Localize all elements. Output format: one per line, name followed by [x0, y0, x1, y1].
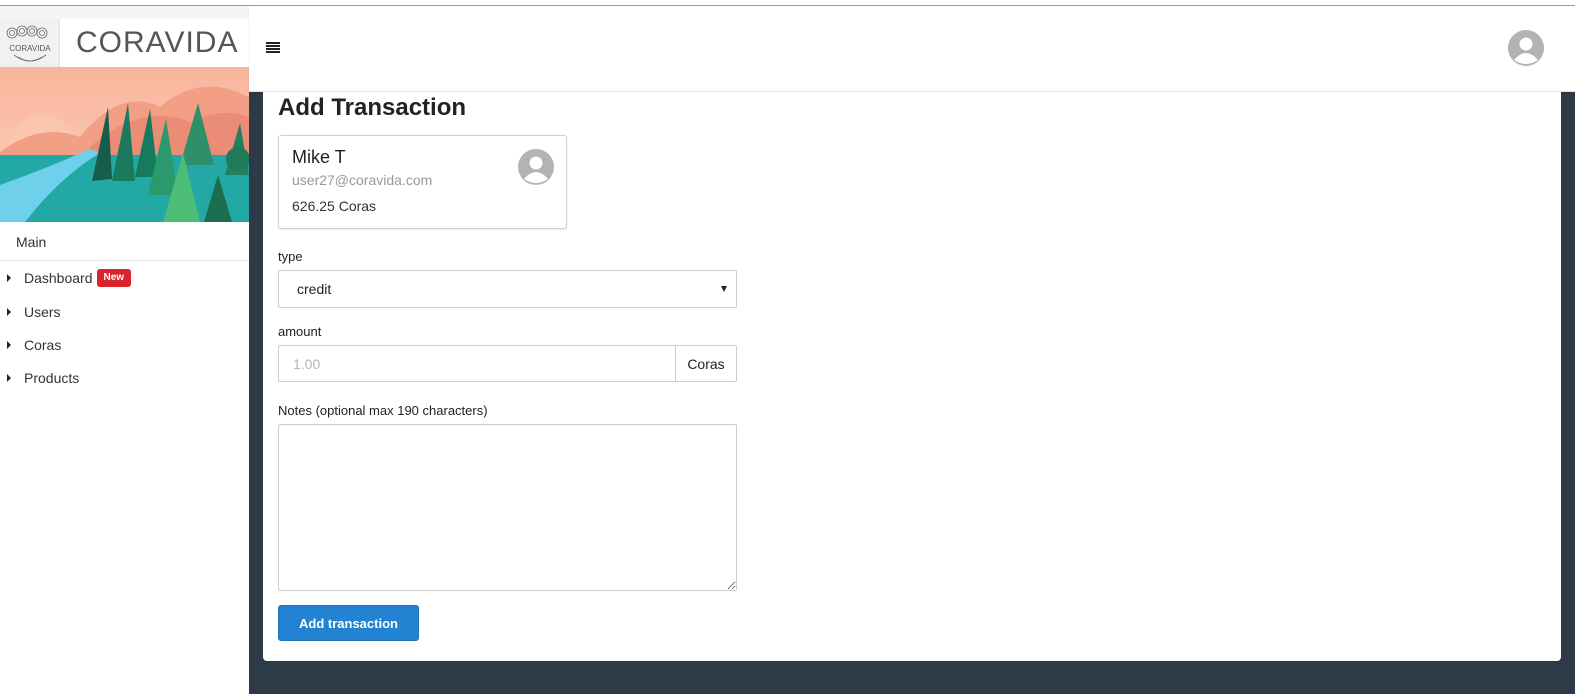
user-balance: 626.25 Coras	[292, 198, 377, 214]
sidebar-landscape-banner	[0, 67, 249, 222]
sidebar-section-title: Main	[16, 234, 47, 250]
sidebar-item-label: Coras	[24, 337, 62, 353]
svg-text:CORAVIDA: CORAVIDA	[9, 44, 51, 53]
sidebar-top-strip	[0, 6, 249, 19]
sidebar-divider	[0, 260, 249, 261]
notes-label: Notes (optional max 190 characters)	[278, 403, 488, 418]
type-select-value: credit	[297, 281, 332, 297]
caret-right-icon	[7, 308, 11, 316]
type-label: type	[278, 249, 303, 264]
type-select[interactable]: credit	[278, 270, 737, 308]
amount-input[interactable]	[278, 345, 676, 382]
sidebar: CORAVIDA CORAVIDA Main Dashboard New Use…	[0, 6, 249, 694]
sidebar-item-users[interactable]: Users	[0, 299, 249, 325]
page-title: Add Transaction	[278, 94, 467, 121]
hamburger-icon[interactable]	[266, 42, 280, 54]
sidebar-item-dashboard[interactable]: Dashboard New	[0, 265, 249, 291]
caret-right-icon	[7, 341, 11, 349]
notes-textarea[interactable]	[278, 424, 737, 591]
sidebar-item-label: Users	[24, 304, 61, 320]
user-avatar-icon[interactable]	[1508, 30, 1544, 66]
new-badge: New	[96, 269, 132, 287]
amount-unit-addon: Coras	[675, 345, 737, 382]
user-name: Mike T	[292, 147, 346, 167]
caret-right-icon	[7, 374, 11, 382]
user-card: Mike T user27@coravida.com 626.25 Coras	[278, 135, 567, 229]
sidebar-item-label: Dashboard	[24, 270, 93, 286]
add-transaction-button[interactable]: Add transaction	[278, 605, 419, 641]
top-header	[249, 6, 1575, 92]
amount-label: amount	[278, 324, 322, 339]
brand-title: CORAVIDA	[76, 26, 239, 59]
user-avatar-icon	[518, 149, 554, 185]
content-panel: Add Transaction Mike T user27@coravida.c…	[263, 92, 1561, 661]
caret-right-icon	[7, 274, 11, 282]
sidebar-item-coras[interactable]: Coras	[0, 332, 249, 358]
sidebar-item-products[interactable]: Products	[0, 365, 249, 391]
brand-bar: CORAVIDA CORAVIDA	[0, 19, 249, 67]
sidebar-item-label: Products	[24, 370, 80, 386]
dropdown-arrow-icon	[721, 286, 727, 292]
coravida-logo-icon[interactable]: CORAVIDA	[0, 19, 60, 67]
user-email: user27@coravida.com	[292, 172, 433, 188]
